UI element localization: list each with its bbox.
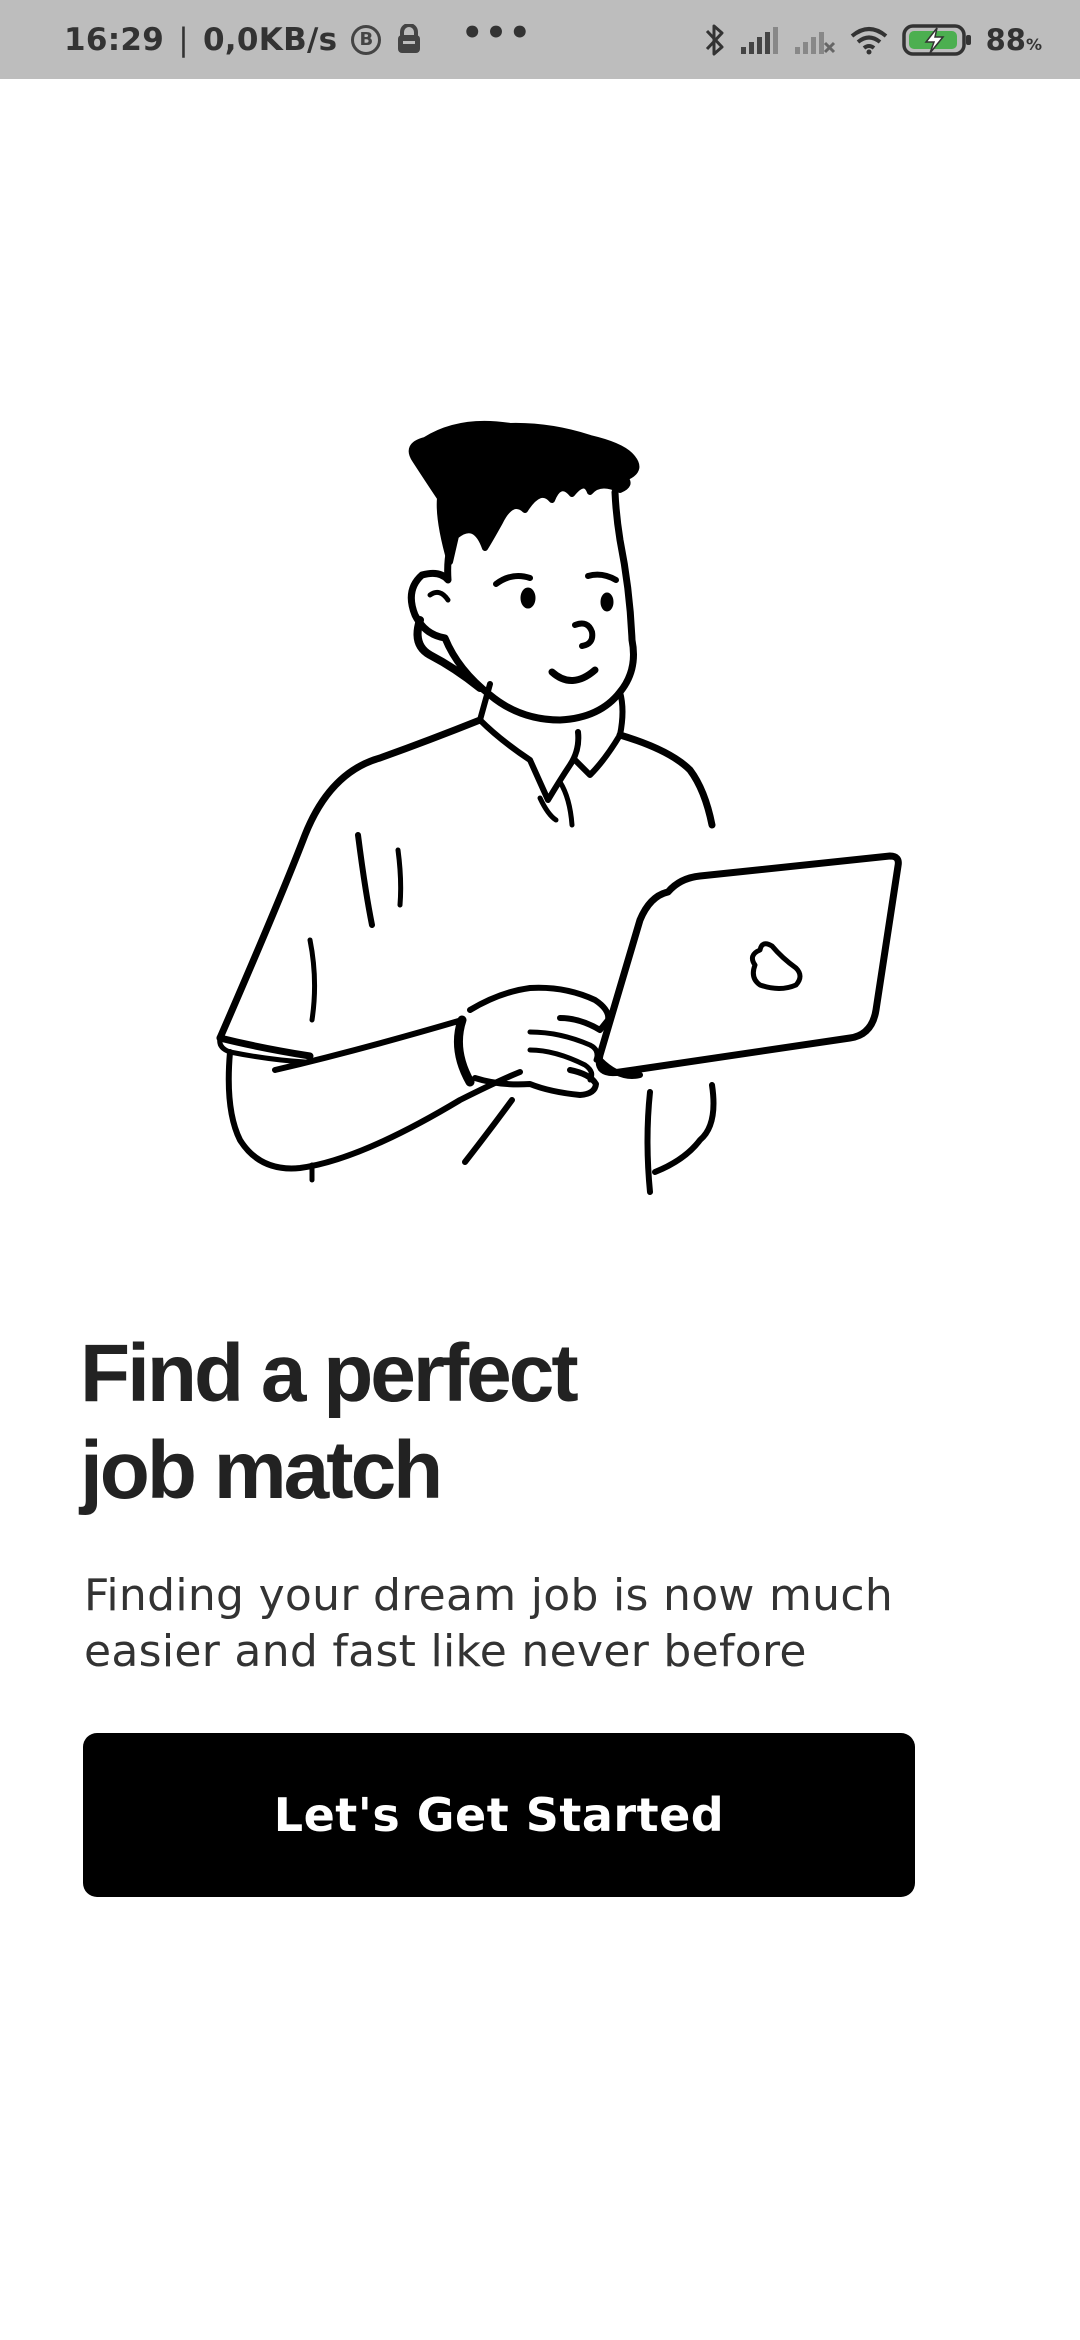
status-bar-left: 16:29 | 0,0KB/s B ••• xyxy=(64,16,533,58)
network-speed: 0,0KB/s xyxy=(202,21,338,58)
status-time: 16:29 xyxy=(64,21,165,58)
page-title-line-2: job match xyxy=(80,1425,443,1516)
page-subtitle-line-2: easier and fast like never before xyxy=(84,1626,807,1677)
status-bar-right: 88% xyxy=(704,22,1042,58)
page-title-line-1: Find a perfect xyxy=(80,1328,579,1419)
battery-percentage: 88% xyxy=(985,22,1042,57)
status-separator: | xyxy=(178,21,189,58)
page-subtitle: Finding your dream job is now much easie… xyxy=(84,1568,984,1680)
battery-charging-icon xyxy=(901,23,972,57)
signal-no-service-icon xyxy=(794,25,836,55)
get-started-button[interactable]: Let's Get Started xyxy=(83,1733,915,1897)
signal-icon xyxy=(740,25,780,55)
man-with-laptop-illustration xyxy=(200,420,920,1210)
page-subtitle-line-1: Finding your dream job is now much xyxy=(84,1570,894,1621)
b-circle-icon: B xyxy=(351,24,382,55)
bluetooth-icon xyxy=(704,22,726,58)
vpn-icon xyxy=(395,23,423,56)
status-bar: 16:29 | 0,0KB/s B ••• 88% xyxy=(0,0,1080,79)
wifi-icon xyxy=(850,25,888,55)
page-title: Find a perfect job match xyxy=(80,1325,980,1519)
more-dots-icon: ••• xyxy=(461,12,533,53)
